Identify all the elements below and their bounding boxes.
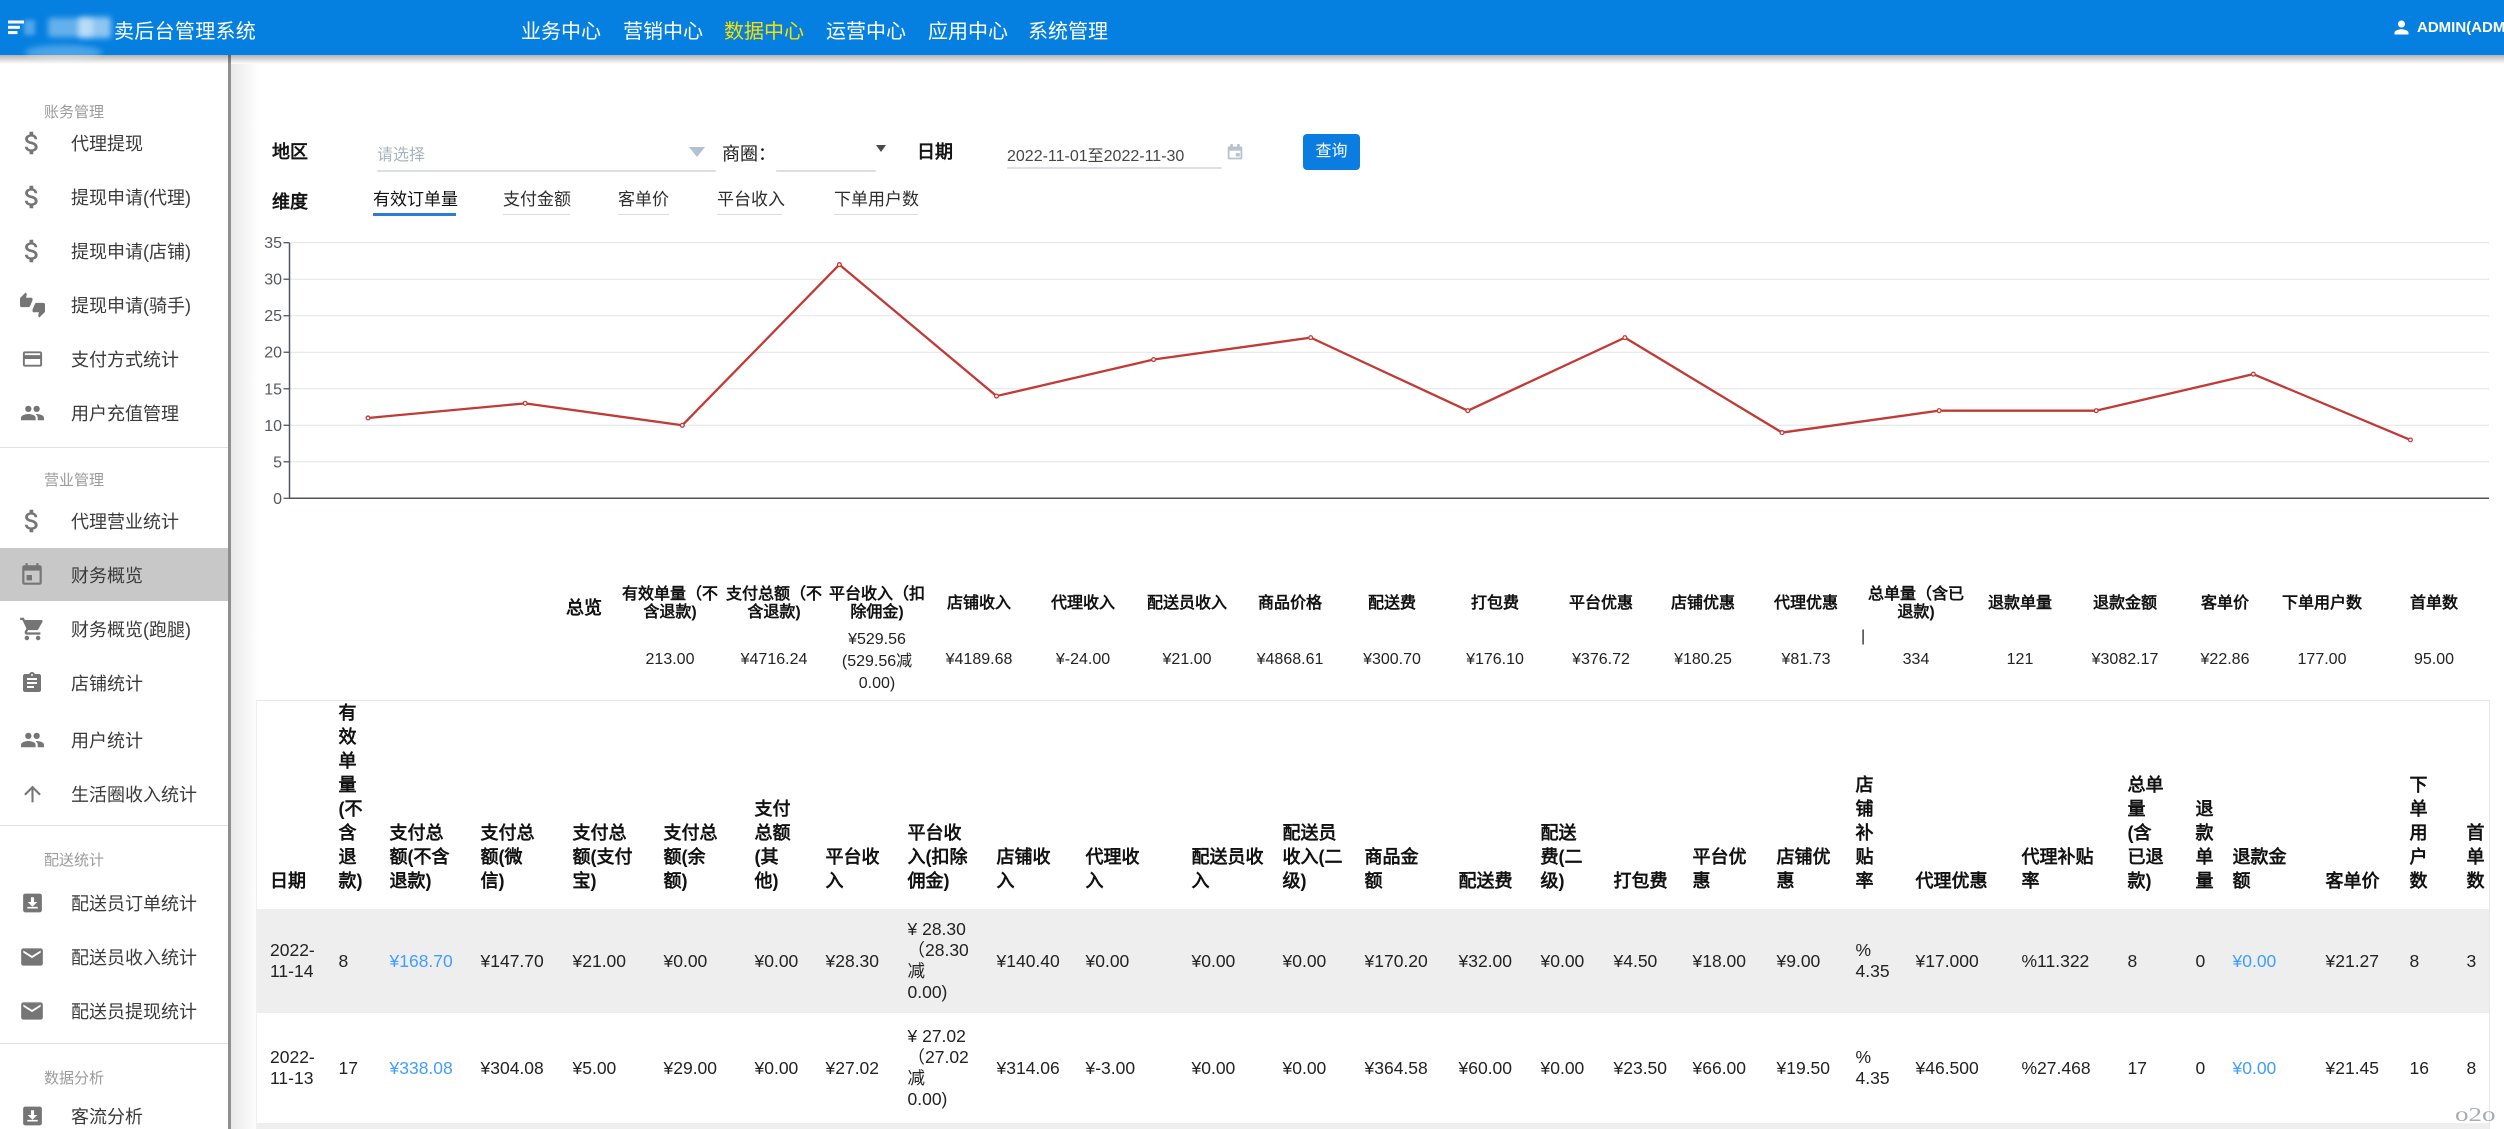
- svg-text:25: 25: [264, 308, 282, 325]
- svg-text:35: 35: [264, 235, 282, 252]
- svg-text:10: 10: [264, 418, 282, 435]
- svg-text:15: 15: [264, 381, 282, 398]
- svg-text:30: 30: [264, 272, 282, 289]
- svg-text:5: 5: [273, 454, 282, 471]
- svg-text:20: 20: [264, 345, 282, 362]
- svg-text:0: 0: [273, 491, 282, 508]
